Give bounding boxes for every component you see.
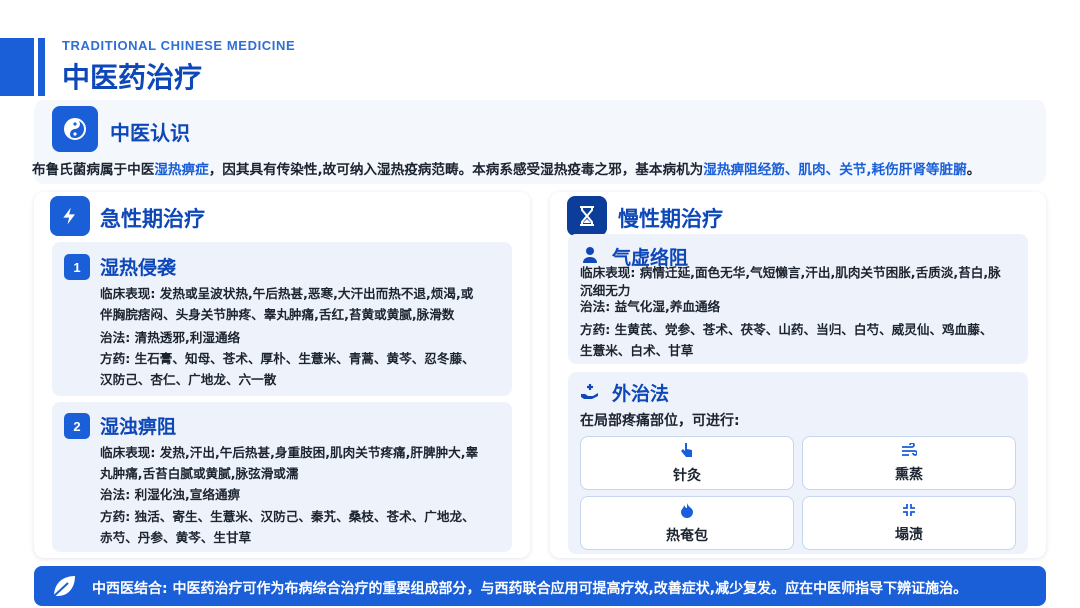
lightning-icon [50, 196, 90, 236]
acute-item-2-prescription: 方药: 独活、寄生、生薏米、汉防己、秦艽、桑枝、苍术、广地龙、 赤芍、丹参、黄芩… [100, 509, 475, 545]
header-accent-bar-thin [38, 38, 45, 96]
acute-item-2-symptoms: 临床表现: 发热,汗出,午后热甚,身重肢困,肌肉关节疼痛,肝脾肿大,睾 丸肿痛,… [100, 445, 479, 481]
acute-item-2-title: 湿浊痹阻 [100, 416, 177, 438]
acute-item-1-title: 湿热侵袭 [100, 257, 177, 279]
acute-item-2-number: 2 [64, 413, 90, 439]
compress-icon [902, 503, 916, 521]
acute-item-2-method: 治法: 利湿化浊,宣络通痹 [100, 487, 241, 502]
treatment-acupuncture[interactable]: 针灸 [580, 436, 794, 490]
external-title: 外治法 [612, 383, 670, 405]
hand-pointer-icon [680, 442, 694, 462]
hand-heart-icon [580, 382, 600, 404]
qixu-symptoms: 临床表现: 病情迁延,面色无华,气短懒言,汗出,肌肉关节困胀,舌质淡,苔白,脉 … [580, 265, 1001, 298]
intro-text-segment: 。 [966, 162, 981, 178]
acute-item-1-method: 治法: 清热透邪,利湿通络 [100, 330, 241, 345]
intro-text: 布鲁氏菌病属于中医湿热痹症，因其具有传染性,故可纳入湿热疫病范畴。本病系感受湿热… [32, 158, 1052, 178]
header-accent-bar [0, 38, 34, 96]
hourglass-icon [567, 196, 607, 236]
acute-item-1-prescription: 方药: 生石膏、知母、苍术、厚朴、生薏米、青蒿、黄芩、忍冬藤、 汉防己、杏仁、广… [100, 351, 475, 387]
intro-highlight: 湿热痹症 [154, 162, 209, 178]
page-title: 中医药治疗 [62, 61, 203, 94]
treatment-label: 热奄包 [666, 527, 708, 544]
treatment-label: 塌渍 [895, 526, 923, 543]
treatment-hot-pack[interactable]: 热奄包 [580, 496, 794, 550]
acute-item-1-number: 1 [64, 254, 90, 280]
chronic-title: 慢性期治疗 [618, 207, 723, 231]
intro-text-segment: 布鲁氏菌病属于中医 [32, 162, 155, 178]
treatment-fumigation[interactable]: 熏蒸 [802, 436, 1016, 490]
acute-item-1-symptoms: 临床表现: 发热或呈波状热,午后热甚,恶寒,大汗出而热不退,烦渴,或 伴胸脘痞闷… [100, 286, 474, 322]
intro-text-segment: ，因其具有传染性,故可纳入湿热疫病范畴。本病系感受湿热疫毒之邪，基本病机为 [208, 162, 704, 178]
intro-highlight: 湿热痹阻经筋、肌肉、关节,耗伤肝肾等脏腑 [703, 162, 967, 178]
qixu-method: 治法: 益气化湿,养血通络 [580, 299, 721, 314]
intro-title: 中医认识 [110, 121, 190, 145]
treatment-compress[interactable]: 塌渍 [802, 496, 1016, 550]
footer-text: 中西医结合: 中医药治疗可作为布病综合治疗的重要组成部分，与西药联合应用可提高疗… [92, 581, 968, 597]
wind-icon [901, 441, 918, 461]
treatment-label: 熏蒸 [895, 466, 923, 483]
yin-yang-icon [52, 106, 98, 152]
treatment-label: 针灸 [673, 467, 701, 484]
header-subtitle: TRADITIONAL CHINESE MEDICINE [62, 38, 296, 53]
acute-title: 急性期治疗 [100, 207, 205, 231]
external-intro: 在局部疼痛部位，可进行: [580, 413, 740, 429]
qixu-prescription: 方药: 生黄芪、党参、苍术、茯苓、山药、当归、白芍、威灵仙、鸡血藤、 生薏米、白… [580, 322, 993, 358]
fire-icon [680, 502, 694, 522]
leaf-icon [50, 572, 78, 600]
